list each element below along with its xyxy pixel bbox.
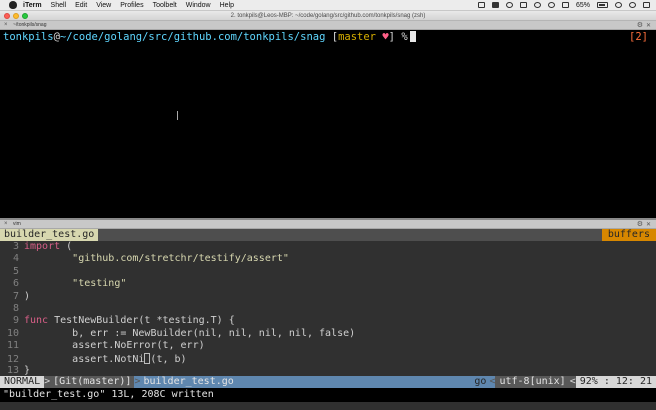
vim-mode: NORMAL	[0, 376, 45, 388]
vim-filetype: go	[471, 376, 490, 388]
user-icon[interactable]	[615, 2, 622, 8]
spotlight-search-icon[interactable]	[629, 2, 636, 8]
maximize-pane-icon[interactable]: ✕	[646, 221, 651, 228]
shell-prompt: tonkpils@~/code/golang/src/github.com/to…	[3, 31, 416, 43]
vim-position: 92% : 12: 21	[575, 376, 656, 388]
code-text: assert.NotNi	[72, 353, 145, 365]
top-pane-header[interactable]: × ~/tonkpils/snag ⚙ ✕	[0, 21, 656, 30]
code-line: 5	[0, 266, 656, 278]
code-line: 12 assert.NotNi (t, b)	[0, 352, 656, 365]
prompt-heart: ♥	[376, 31, 389, 43]
vim-col: 21	[639, 376, 652, 387]
window-title: 2. tonkpils@Leos-MBP: ~/code/golang/src/…	[230, 12, 426, 19]
job-count: [2]	[629, 31, 648, 43]
prompt-branch: master	[338, 31, 377, 43]
screen-icon[interactable]	[519, 2, 527, 8]
notification-center-icon[interactable]	[643, 2, 650, 8]
gear-icon[interactable]: ⚙	[637, 220, 643, 228]
apple-menu-icon[interactable]	[9, 1, 17, 9]
code-line: 11 assert.NoError(t, err)	[0, 340, 656, 352]
vim-encoding: utf-8[unix]	[495, 376, 570, 388]
code-line: 7)	[0, 291, 656, 303]
line-number: 11	[6, 340, 19, 352]
code-text: b, err := NewBuilder(nil, nil, nil, nil,…	[72, 327, 356, 339]
menu-view[interactable]: View	[96, 2, 111, 9]
line-number: 6	[12, 278, 19, 290]
code-line: 10 b, err := NewBuilder(nil, nil, nil, n…	[0, 328, 656, 340]
vim-pane[interactable]: builder_test.go buffers 3 import ( 4 "git…	[0, 229, 656, 410]
vim-tab-buffers[interactable]: buffers	[601, 229, 656, 241]
gear-icon[interactable]: ⚙	[637, 21, 643, 29]
close-window-button[interactable]	[4, 13, 10, 19]
vim-filename: builder_test.go	[140, 376, 472, 388]
line-number: 9	[12, 315, 19, 327]
time-machine-icon[interactable]	[505, 2, 513, 8]
terminal-cursor	[409, 31, 416, 42]
code-line: 3 import (	[0, 241, 656, 253]
shell-pane[interactable]	[0, 30, 656, 218]
code-text: (	[60, 241, 73, 252]
vim-tabline: builder_test.go buffers	[0, 229, 656, 241]
menu-edit[interactable]: Edit	[75, 2, 87, 9]
code-text: TestNewBuilder(t *testing.T) {	[48, 315, 235, 327]
close-pane-icon[interactable]: ×	[4, 22, 10, 28]
minimize-window-button[interactable]	[13, 13, 19, 19]
zoom-window-button[interactable]	[22, 13, 28, 19]
menu-profiles[interactable]: Profiles	[120, 2, 143, 9]
code-string: "github.com/stretchr/testify/assert"	[72, 253, 289, 265]
vim-percent: 92%	[579, 376, 598, 387]
dropbox-icon[interactable]	[477, 2, 485, 8]
code-text: assert.NoError(t, err)	[72, 340, 205, 352]
menu-help[interactable]: Help	[220, 2, 234, 9]
line-number: 5	[12, 265, 19, 277]
wifi-icon[interactable]	[547, 2, 555, 8]
code-line: 9 func TestNewBuilder(t *testing.T) {	[0, 315, 656, 327]
code-keyword: import	[24, 241, 61, 252]
vim-command-line[interactable]: "builder_test.go" 13L, 208C written	[0, 388, 656, 402]
prompt-user: tonkpils	[3, 31, 54, 43]
code-string: "testing"	[72, 278, 127, 290]
evernote-icon[interactable]	[491, 2, 499, 8]
code-text: )	[24, 290, 31, 302]
bottom-pane-label: vim	[13, 221, 21, 227]
macos-menubar: iTerm Shell Edit View Profiles Toolbelt …	[0, 0, 656, 11]
vim-code-area[interactable]: 3 import ( 4 "github.com/stretchr/testify…	[0, 241, 656, 377]
menu-toolbelt[interactable]: Toolbelt	[153, 2, 177, 9]
window-titlebar[interactable]: 2. tonkpils@Leos-MBP: ~/code/golang/src/…	[0, 11, 656, 21]
code-text: }	[24, 364, 31, 376]
line-number: 10	[6, 327, 19, 339]
line-number: 8	[12, 302, 19, 314]
menu-app-iterm[interactable]: iTerm	[23, 2, 42, 9]
top-pane-label: ~/tonkpils/snag	[13, 22, 47, 28]
line-number: 4	[12, 253, 19, 265]
vim-tab-active[interactable]: builder_test.go	[0, 229, 99, 241]
window-controls	[4, 13, 28, 19]
code-line: 8	[0, 303, 656, 315]
vim-line: 12	[615, 376, 628, 387]
volume-icon[interactable]	[561, 2, 569, 8]
bluetooth-icon[interactable]	[533, 2, 541, 8]
line-number: 7	[12, 290, 19, 302]
prompt-branch-open: [	[325, 31, 339, 43]
menu-window[interactable]: Window	[186, 2, 211, 9]
code-line: 4 "github.com/stretchr/testify/assert"	[0, 253, 656, 265]
vim-git-branch: [Git(master)]	[50, 376, 135, 388]
prompt-symbol: %	[395, 31, 408, 43]
menubar-status-area: 65%	[477, 1, 656, 9]
mouse-ibeam-cursor-icon	[175, 111, 180, 120]
bottom-pane-header[interactable]: × vim ⚙ ✕	[0, 220, 656, 229]
maximize-pane-icon[interactable]: ✕	[646, 22, 651, 29]
line-number: 3	[12, 241, 19, 252]
battery-icon[interactable]	[597, 2, 608, 8]
code-line: 6 "testing"	[0, 278, 656, 290]
code-keyword: func	[24, 315, 49, 327]
code-text: (t, b)	[150, 353, 187, 365]
battery-percent: 65%	[575, 1, 590, 9]
menu-shell[interactable]: Shell	[51, 2, 67, 9]
vim-statusline: NORMAL > [Git(master)] > builder_test.go…	[0, 376, 656, 388]
prompt-path: ~/code/golang/src/github.com/tonkpils/sn…	[59, 31, 326, 43]
close-pane-icon[interactable]: ×	[4, 221, 10, 227]
